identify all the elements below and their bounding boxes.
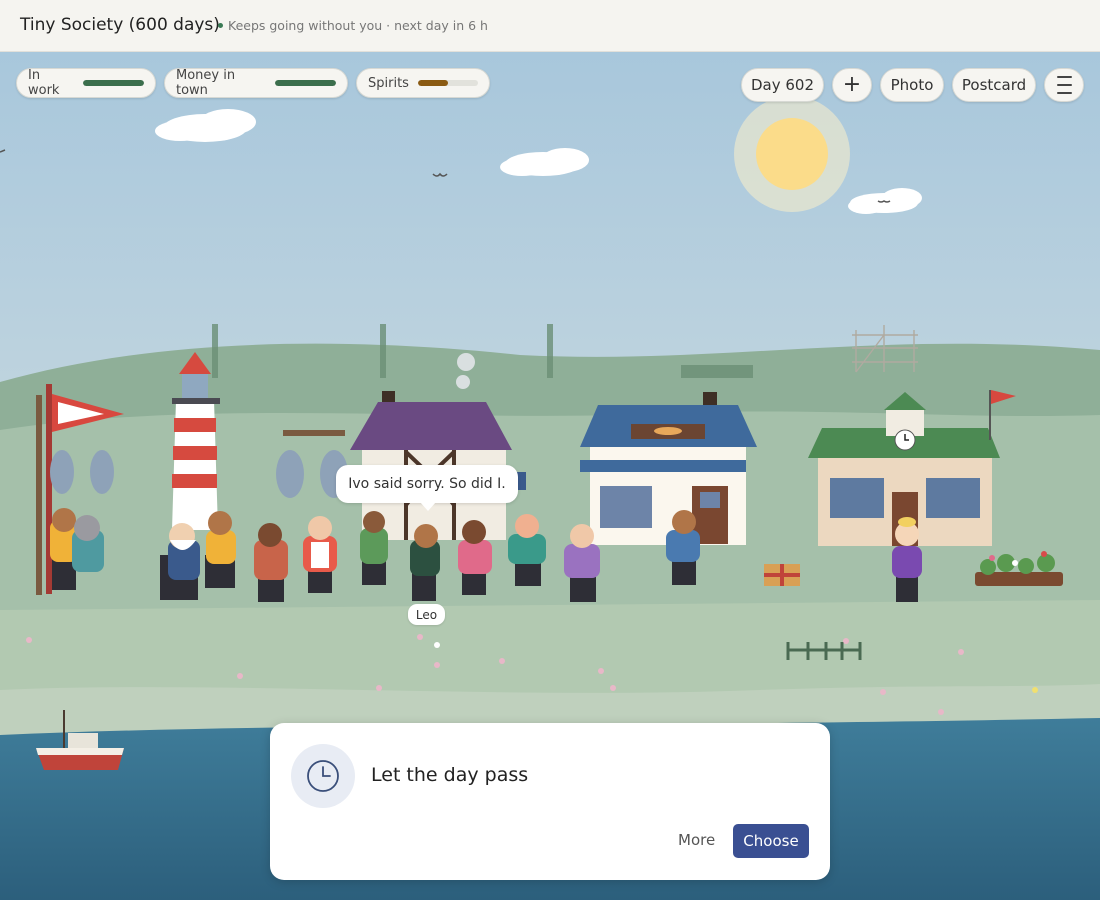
meter-in-work[interactable]: In work	[16, 68, 156, 98]
plus-icon: +	[842, 72, 862, 97]
more-button[interactable]: More	[678, 831, 715, 849]
meter-label: Money in town	[176, 68, 236, 98]
meter-money-in-town[interactable]: Money in town	[164, 68, 348, 98]
hamburger-icon-line	[1056, 76, 1072, 78]
meter-bar	[275, 80, 336, 86]
photo-button[interactable]: Photo	[880, 68, 944, 102]
meter-spirits[interactable]: Spirits	[356, 68, 490, 98]
status-text: Keeps going without you · next day in 6 …	[228, 18, 488, 33]
meter-fill	[417, 80, 448, 86]
day-counter-button[interactable]: Day 602	[741, 68, 824, 102]
speech-bubble: Ivo said sorry. So did I.	[336, 465, 518, 511]
postcard-button[interactable]: Postcard	[952, 68, 1036, 102]
status-line: Keeps going without you · next day in 6 …	[218, 18, 488, 33]
add-button[interactable]: +	[832, 68, 872, 102]
hamburger-icon-line	[1056, 84, 1072, 86]
sun	[734, 96, 850, 212]
menu-button[interactable]	[1044, 68, 1084, 102]
clock-icon	[291, 744, 355, 808]
meter-fill	[82, 80, 144, 86]
meter-bar	[82, 80, 144, 86]
meter-label: In work	[28, 68, 60, 98]
choose-button[interactable]: Choose	[733, 824, 809, 858]
window-title: Tiny Society (600 days)	[20, 15, 220, 35]
online-dot-icon	[218, 23, 223, 28]
action-card: Let the day pass More Choose	[270, 723, 830, 880]
meter-bar	[417, 80, 478, 86]
bakery	[580, 392, 757, 545]
hamburger-icon-line	[1056, 92, 1072, 94]
character-name-tag[interactable]: Leo	[408, 604, 445, 625]
meter-label: Spirits	[368, 75, 409, 91]
title-bar: Tiny Society (600 days) Keeps going with…	[0, 0, 1100, 52]
action-title: Let the day pass	[371, 764, 529, 786]
meter-fill	[275, 80, 336, 86]
